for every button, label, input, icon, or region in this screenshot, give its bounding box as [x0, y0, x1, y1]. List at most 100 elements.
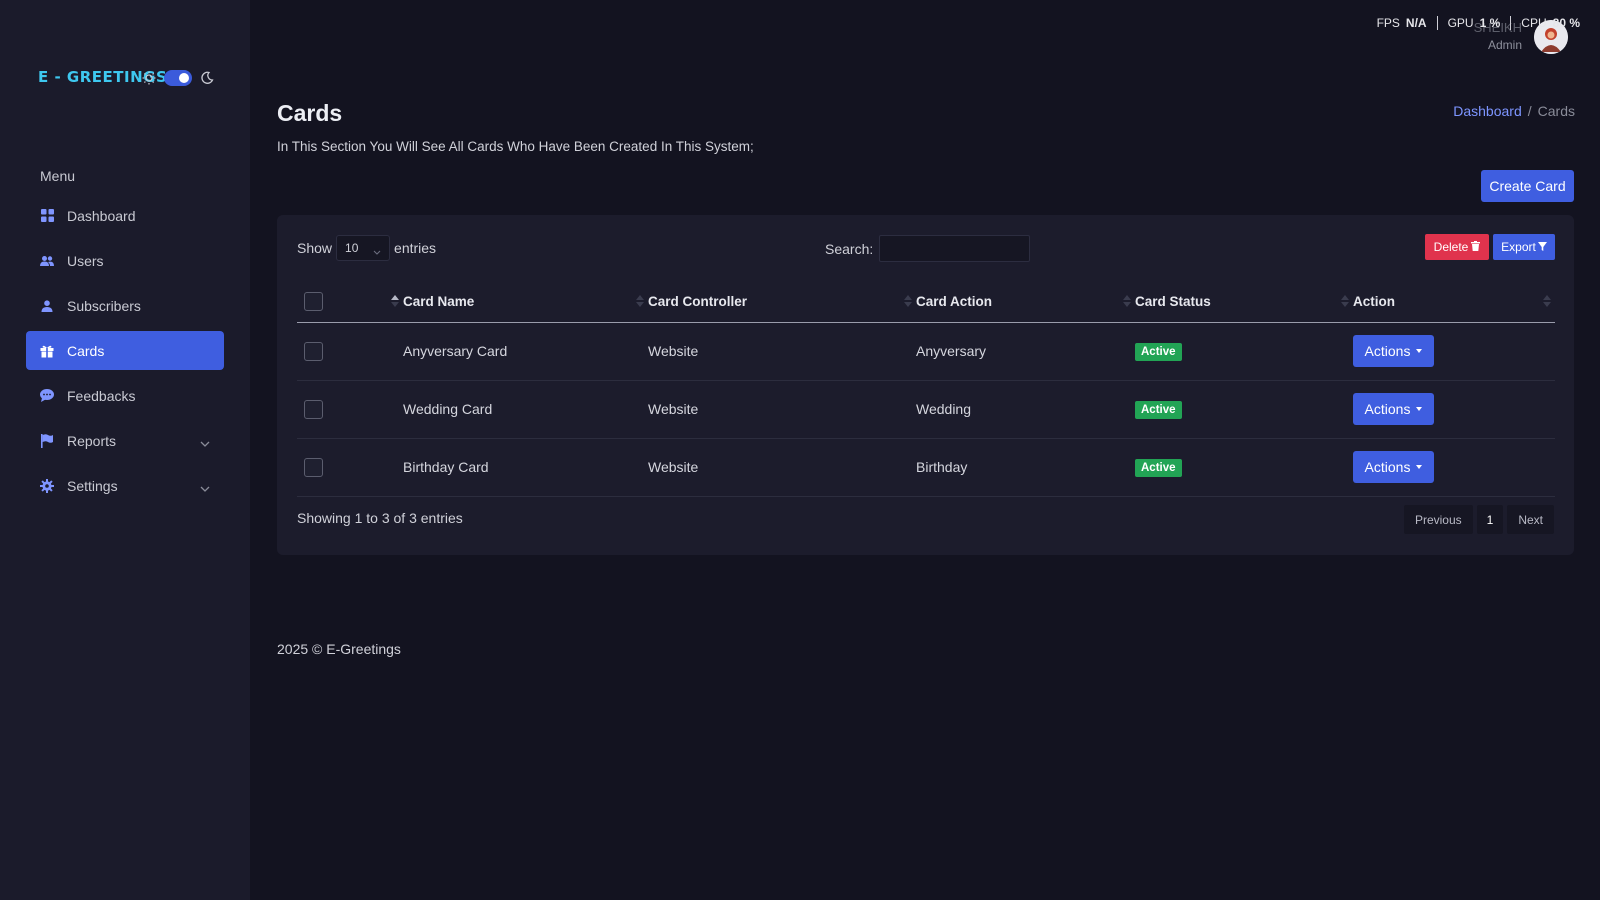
gpu-value: 1 % [1479, 16, 1501, 30]
pagination: Previous 1 Next [1403, 505, 1554, 534]
user-role: Admin [1487, 38, 1522, 52]
search-control: Search: [825, 235, 1031, 262]
column-header[interactable]: Action [1353, 282, 1555, 323]
sort-icon [1341, 295, 1349, 310]
delete-button[interactable]: Delete [1425, 234, 1489, 260]
cpu-label: CPU [1521, 16, 1547, 30]
entries-length-control: Show 10 entries [297, 235, 436, 261]
column-header-label: Card Controller [648, 294, 748, 310]
sidebar-item-label: Subscribers [67, 297, 141, 314]
actions-dropdown-button[interactable]: Actions [1353, 393, 1434, 425]
divider [1510, 16, 1512, 30]
caret-down-icon [1416, 407, 1423, 411]
sidebar-nav: Dashboard Users Subscribers Cards Feedba… [26, 196, 224, 511]
sidebar-item-reports[interactable]: Reports [26, 421, 224, 460]
select-all-checkbox[interactable] [304, 292, 323, 312]
flag-icon [40, 433, 54, 448]
sort-icon [636, 295, 644, 310]
users-icon [40, 254, 54, 268]
search-label: Search: [825, 240, 874, 257]
sun-icon [142, 71, 156, 85]
entries-select-value: 10 [345, 241, 359, 255]
card-action-cell: Birthday [916, 438, 1135, 497]
sidebar-item-users[interactable]: Users [26, 241, 224, 280]
card-name-cell: Anyversary Card [403, 322, 648, 381]
sidebar-item-settings[interactable]: Settings [26, 466, 224, 505]
column-header[interactable]: Card Controller [648, 282, 916, 323]
cards-table: Card Name Card Controller Card Action Ca… [297, 282, 1555, 497]
table-row: Anyversary Card Website Anyversary Activ… [297, 322, 1555, 381]
card-controller-cell: Website [648, 322, 916, 381]
chevron-down-icon [373, 244, 381, 258]
user-icon [40, 299, 54, 313]
sort-icon [1123, 295, 1131, 310]
actions-dropdown-button[interactable]: Actions [1353, 335, 1434, 367]
gear-icon [40, 478, 54, 493]
sidebar-item-cards[interactable]: Cards [26, 331, 224, 370]
sort-asc-icon[interactable] [391, 295, 399, 310]
card-action-cell: Wedding [916, 380, 1135, 439]
page-description: In This Section You Will See All Cards W… [277, 139, 754, 154]
next-page-button[interactable]: Next [1507, 505, 1554, 534]
sidebar-item-dashboard[interactable]: Dashboard [26, 196, 224, 235]
column-header-label: Card Action [916, 294, 993, 310]
breadcrumb-current: Cards [1537, 103, 1575, 119]
row-checkbox[interactable] [304, 399, 323, 419]
fps-label: FPS [1376, 16, 1400, 30]
previous-page-button[interactable]: Previous [1403, 505, 1473, 534]
grid-icon [40, 209, 54, 223]
export-funnel-icon [1537, 240, 1547, 254]
sidebar-item-label: Cards [67, 342, 105, 359]
row-checkbox[interactable] [304, 457, 323, 477]
theme-switch[interactable] [164, 70, 192, 86]
search-input[interactable] [879, 235, 1031, 262]
menu-title: Menu [40, 168, 76, 184]
table-header-row: Card Name Card Controller Card Action Ca… [297, 282, 1555, 323]
table-row: Birthday Card Website Birthday Active Ac… [297, 438, 1555, 497]
actions-label: Actions [1364, 459, 1411, 475]
sidebar-item-feedbacks[interactable]: Feedbacks [26, 376, 224, 415]
page-number-button[interactable]: 1 [1476, 505, 1504, 534]
actions-label: Actions [1364, 343, 1411, 359]
card-controller-cell: Website [648, 380, 916, 439]
breadcrumb-separator: / [1527, 103, 1532, 119]
card-name-cell: Wedding Card [403, 380, 648, 439]
column-header[interactable]: Card Status [1135, 282, 1353, 323]
sidebar-item-label: Reports [67, 432, 117, 449]
export-button[interactable]: Export [1493, 234, 1555, 260]
create-card-button[interactable]: Create Card [1481, 170, 1574, 202]
trash-icon [1471, 240, 1481, 254]
entries-select[interactable]: 10 [336, 235, 391, 261]
status-badge: Active [1135, 458, 1182, 477]
actions-label: Actions [1364, 401, 1411, 417]
column-header[interactable]: Card Action [916, 282, 1135, 323]
actions-dropdown-button[interactable]: Actions [1353, 451, 1434, 483]
chevron-down-icon [200, 434, 210, 450]
chat-icon [40, 389, 54, 403]
column-header-label: Action [1353, 294, 1395, 310]
sidebar-item-label: Dashboard [67, 207, 136, 224]
row-checkbox[interactable] [304, 341, 323, 361]
cpu-value: 80 % [1552, 16, 1580, 30]
footer-copyright: 2025 © E-Greetings [277, 641, 401, 657]
select-all-header [297, 282, 403, 323]
divider [1436, 16, 1438, 30]
card-controller-cell: Website [648, 438, 916, 497]
show-label: Show [297, 240, 333, 256]
status-badge: Active [1135, 400, 1182, 419]
entries-label: entries [394, 240, 437, 256]
column-header[interactable]: Card Name [403, 282, 648, 323]
gift-icon [40, 344, 54, 358]
card-action-cell: Anyversary [916, 322, 1135, 381]
theme-toggle[interactable] [142, 70, 214, 86]
column-header-label: Card Name [403, 294, 475, 310]
chevron-down-icon [200, 479, 210, 495]
status-badge: Active [1135, 342, 1182, 361]
topbar: SHEIKH Admin FPS N/A GPU 1 % CPU 80 % [1200, 0, 1600, 56]
sidebar-item-subscribers[interactable]: Subscribers [26, 286, 224, 325]
breadcrumb-dashboard-link[interactable]: Dashboard [1453, 103, 1522, 119]
sort-icon [904, 295, 912, 310]
perf-overlay: FPS N/A GPU 1 % CPU 80 % [1377, 16, 1590, 30]
breadcrumb: Dashboard / Cards [1453, 103, 1575, 119]
caret-down-icon [1416, 465, 1423, 469]
